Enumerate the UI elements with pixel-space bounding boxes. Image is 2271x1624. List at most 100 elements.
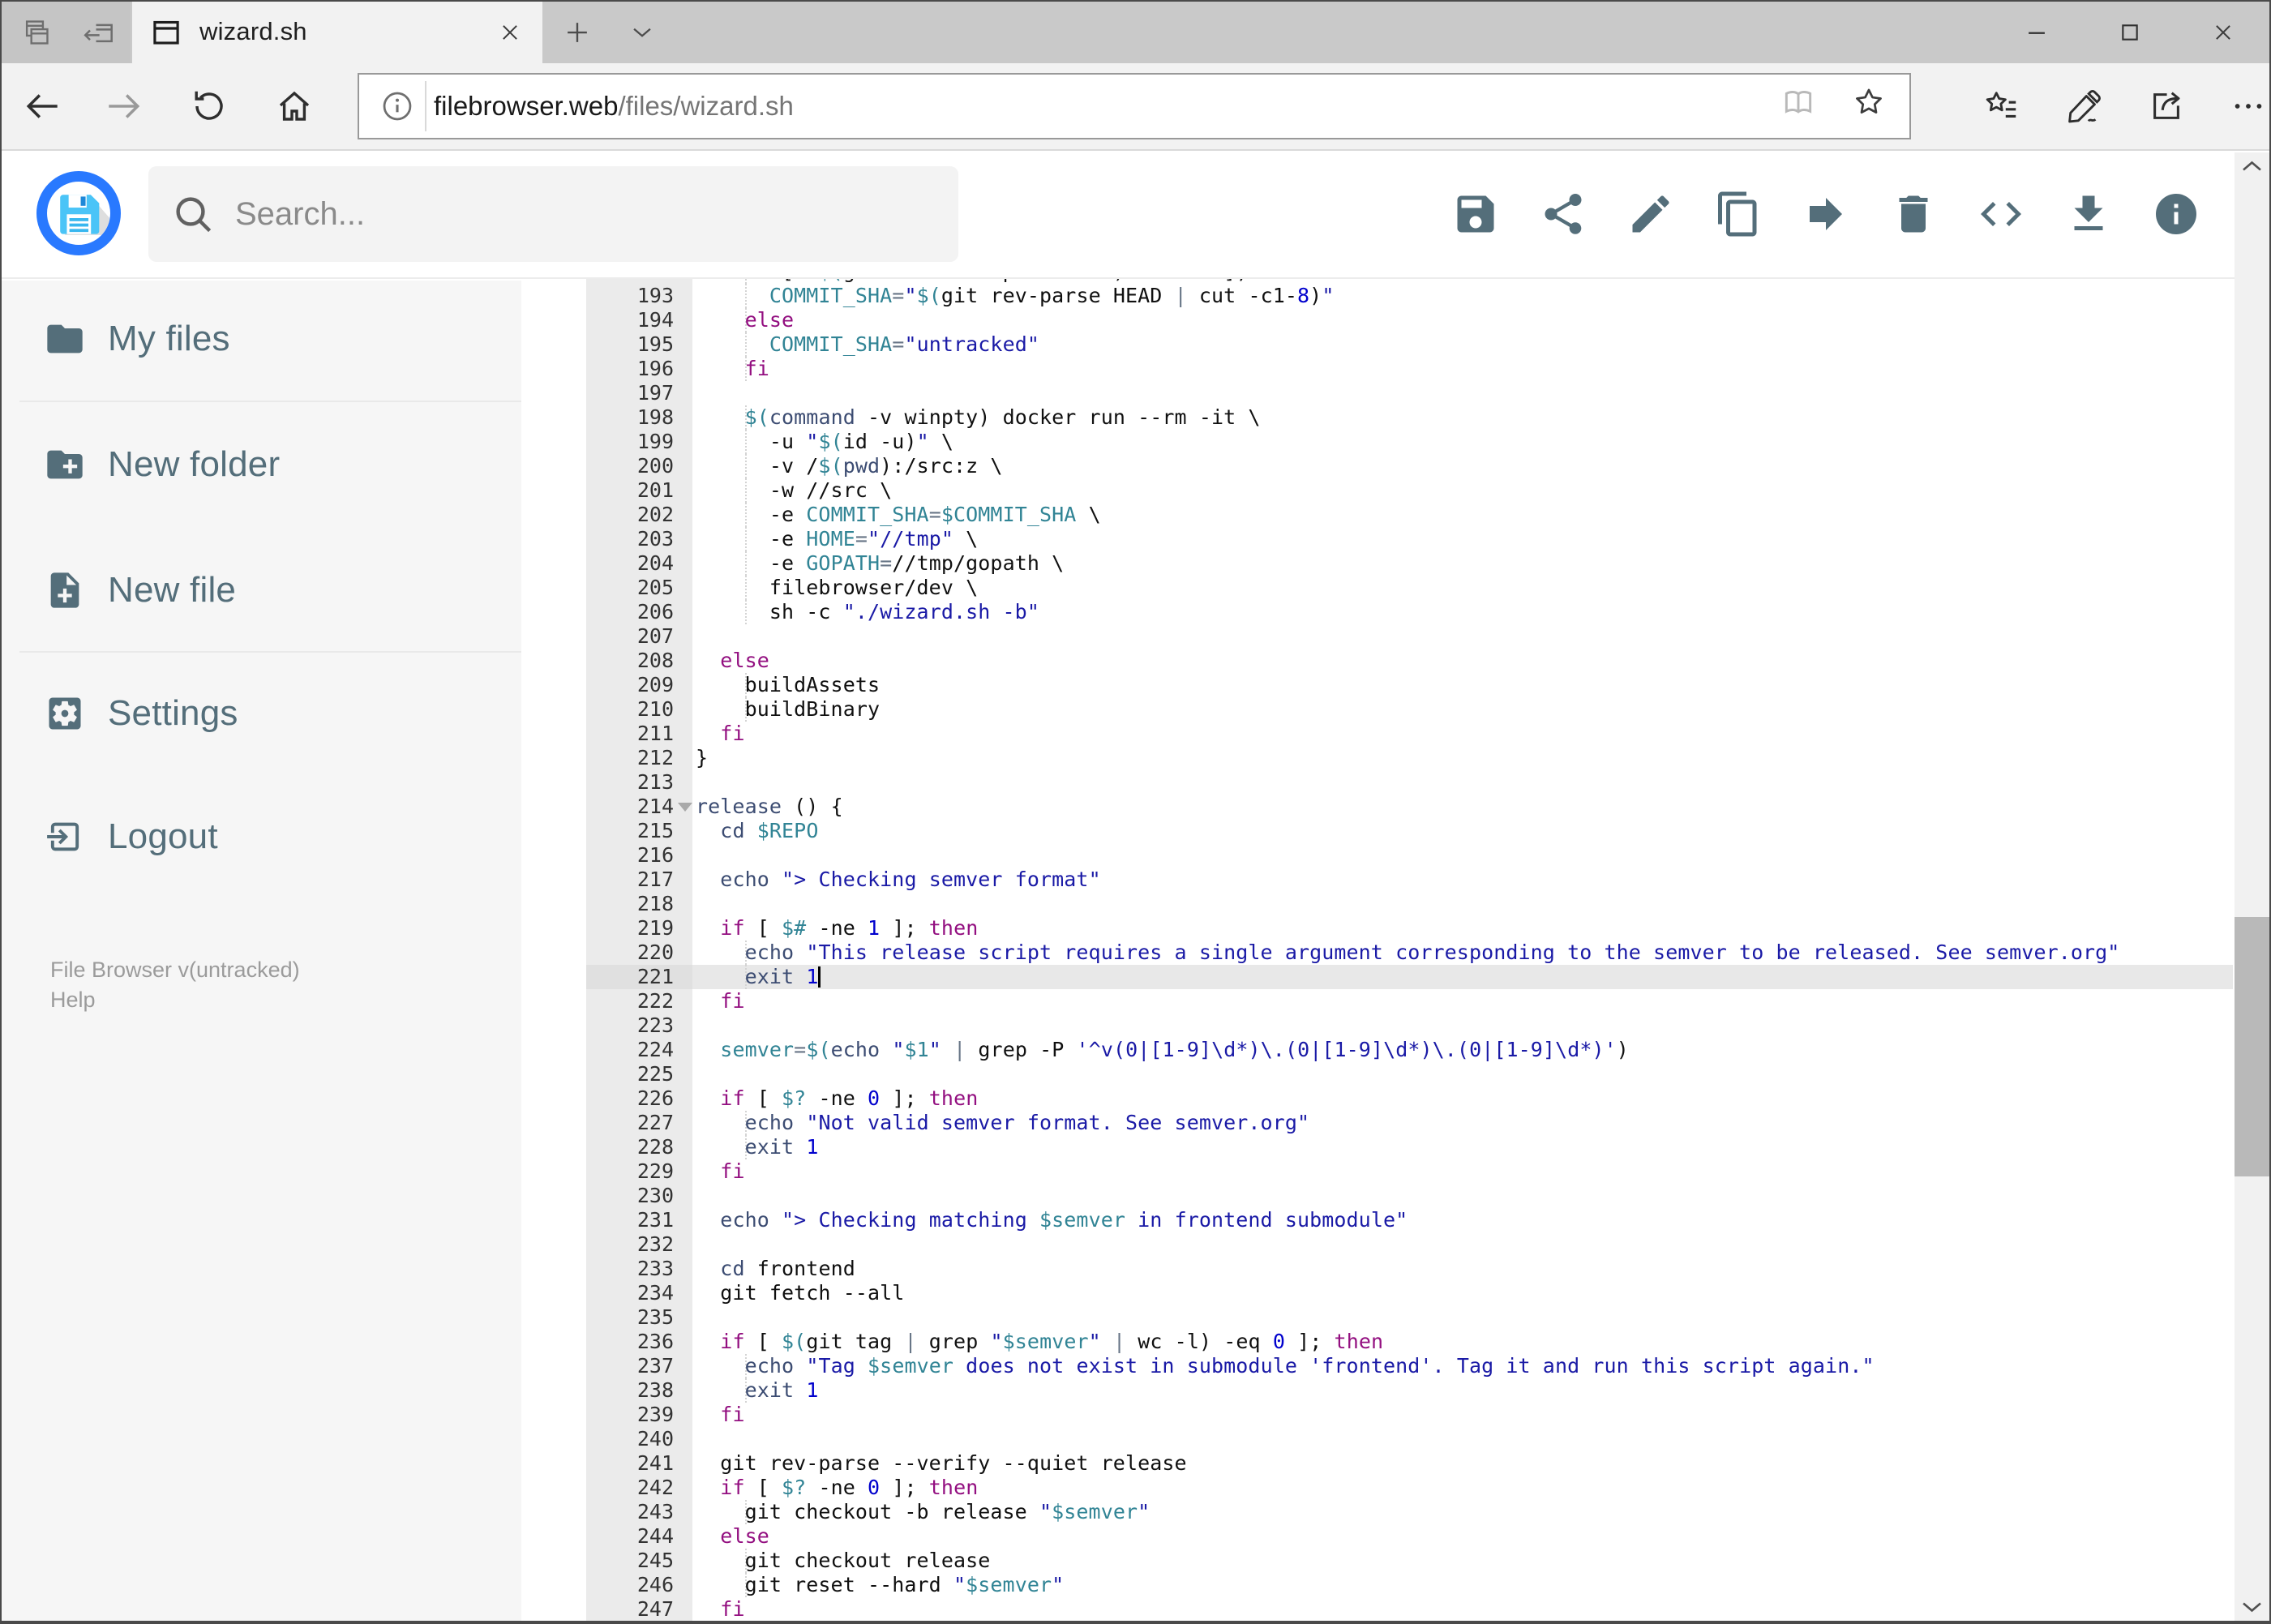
code-token: echo [744,1354,795,1378]
reading-view-button[interactable] [1780,84,1816,120]
code-line: fi [521,357,2233,381]
code-line-text: } [696,746,708,770]
copy-button[interactable] [1714,190,1763,238]
code-token: git fetch --all [696,1281,905,1305]
tab-preview-button[interactable] [6,2,67,63]
code-token: -e [696,551,807,575]
tab-preview-icon [21,16,52,49]
code-line: fi [521,989,2233,1013]
code-token: git checkout -b release [696,1500,1039,1523]
code-line-text: fi [696,1159,745,1184]
code-line: fi [521,1597,2233,1621]
code-line: -v /$(pwd):/src:z \ [521,454,2233,478]
share-button[interactable] [1539,190,1588,238]
code-token: git reset --hard [696,1573,953,1596]
new-tab-button[interactable] [546,2,608,63]
edit-button[interactable] [1626,190,1675,238]
save-button[interactable] [1451,190,1500,238]
maximize-icon [2117,19,2143,45]
favorite-button[interactable] [1851,84,1887,120]
code-token: \ [953,527,979,551]
site-info-button[interactable] [374,83,421,130]
minimize-button[interactable] [1990,2,2083,63]
code-line: fi [521,722,2233,746]
code-token: = [892,284,905,307]
code-line-text: filebrowser/dev \ [696,576,978,600]
code-button[interactable] [1977,190,2025,238]
tab-wizard-sh[interactable]: wizard.sh [132,2,542,63]
url-box[interactable]: filebrowser.web/files/wizard.sh [358,73,1911,139]
code-token: 8 [1297,284,1310,307]
tab-close-button[interactable] [479,2,541,63]
code-line-text: release () { [696,795,843,819]
code-line: if [ $? -ne 0 ]; then [521,1086,2233,1111]
code-token: " [806,279,818,283]
code-line: COMMIT_SHA="$(git rev-parse HEAD | cut -… [521,284,2233,308]
tab-list-button[interactable] [611,2,673,63]
reading-view-icon [1780,84,1816,120]
code-line-text: if [ $? -ne 0 ]; then [696,1476,978,1500]
code-token: $1 [904,1038,929,1061]
page-scrollbar[interactable] [2235,152,2269,1621]
forward-button[interactable] [99,63,148,149]
code-token: fi [744,357,769,380]
home-button[interactable] [270,63,319,149]
code-token: $( [744,405,769,429]
code-token: buildBinary [696,697,881,721]
refresh-icon [190,87,229,126]
help-link[interactable]: Help [50,985,300,1015]
share-button[interactable] [2138,63,2195,149]
code-line-text: fi [696,989,745,1013]
close-window-button[interactable] [2176,2,2269,63]
code-token: HOME [806,527,855,551]
code-token: ]; [880,1086,929,1110]
delete-button[interactable] [1889,190,1938,238]
logout-icon [44,816,86,858]
code-token: if [720,916,745,940]
code-token: $REPO [756,819,819,842]
sidebar-item-new-file[interactable]: New file [2,550,521,631]
code-token: -ne [806,916,868,940]
move-button[interactable] [1802,190,1850,238]
more-button[interactable] [2220,63,2271,149]
code-token: $( [818,279,842,283]
code-token: $COMMIT_SHA [941,503,1077,526]
code-token: "//tmp" [868,527,954,551]
sidebar-item-my-files[interactable]: My files [2,298,521,379]
code-line: $(command -v winpty) docker run --rm -it… [521,405,2233,430]
refresh-button[interactable] [185,63,234,149]
code-line-text: cd frontend [696,1257,855,1281]
code-token: release [696,795,782,818]
code-line-text: if [ $(git tag | grep "$semver" | wc -l)… [696,1330,1383,1354]
scroll-down-icon[interactable] [2241,1600,2263,1614]
info-button[interactable] [2152,190,2200,238]
tabs-aside-button[interactable] [67,2,129,63]
sidebar-item-new-folder[interactable]: New folder [2,424,521,505]
home-icon [275,87,314,126]
code-editor[interactable]: 192 if [ "$(git status --porcelain)" != … [521,279,2233,1621]
url-text[interactable]: filebrowser.web/files/wizard.sh [434,75,794,138]
back-button[interactable] [19,63,67,149]
download-button[interactable] [2064,190,2113,238]
code-token: fi [720,722,745,745]
sidebar-item-settings[interactable]: Settings [2,673,521,754]
hub-button[interactable] [1973,63,2030,149]
new-file-icon [44,569,86,611]
web-note-button[interactable] [2056,63,2113,149]
sidebar-item-logout[interactable]: Logout [2,796,521,877]
code-token: id -u) [842,430,917,453]
code-line-text: -e HOME="//tmp" \ [696,527,978,551]
scrollbar-thumb[interactable] [2235,917,2269,1176]
scroll-up-icon[interactable] [2241,159,2263,174]
maximize-button[interactable] [2083,2,2176,63]
url-path: /files/wizard.sh [618,91,794,121]
code-line-text: fi [696,357,769,381]
